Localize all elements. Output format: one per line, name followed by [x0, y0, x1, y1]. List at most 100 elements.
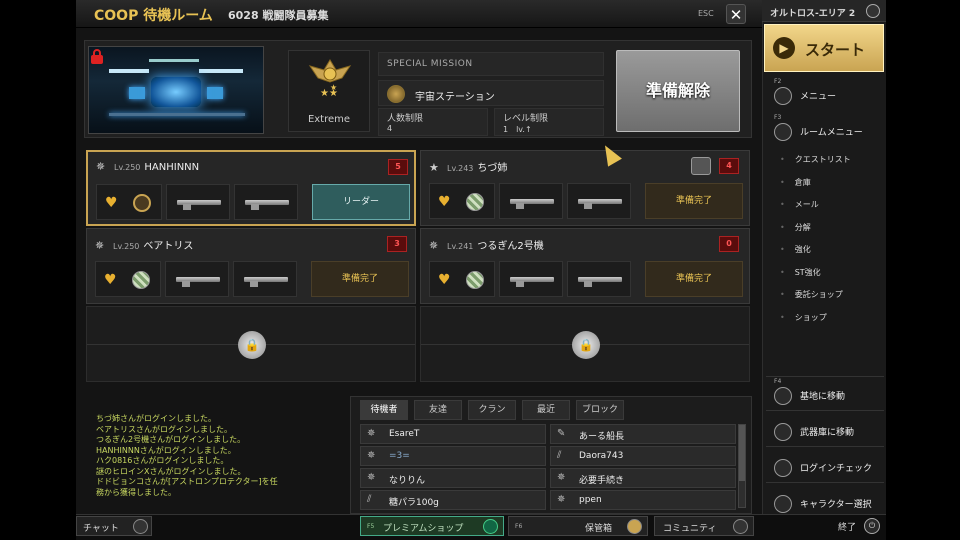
- sidebar-item-disassemble[interactable]: 分解: [780, 222, 811, 233]
- sidebar-item-consignment-shop[interactable]: 委託ショップ: [780, 289, 843, 300]
- player-name: つるぎん2号機: [477, 241, 544, 252]
- friend-name: EsareT: [389, 429, 420, 439]
- friend-name: 糖パラ100g: [389, 498, 439, 508]
- sidebar-item-enhance[interactable]: 強化: [780, 244, 811, 255]
- storage-key: F6: [515, 523, 523, 530]
- heart-icon: ♥: [105, 195, 118, 211]
- lock-icon: 🔒: [238, 331, 266, 359]
- storage-icon: [627, 519, 642, 534]
- player-badge: 0: [719, 236, 739, 252]
- player-level: Lv.241: [447, 242, 474, 251]
- storage-button[interactable]: F6 保管箱: [508, 516, 648, 536]
- exit-label: 終了: [838, 523, 857, 533]
- menu-icon: [774, 87, 792, 105]
- tab-recent[interactable]: 最近: [522, 400, 570, 420]
- base-key: F4: [774, 378, 782, 385]
- community-icon: [733, 519, 748, 534]
- premium-shop-icon: [483, 519, 498, 534]
- room-menu-button[interactable]: F3 ルームメニュー: [766, 114, 884, 144]
- sidebar-item-mail[interactable]: メール: [780, 199, 819, 210]
- weapon-icon: [233, 261, 297, 297]
- base-icon: [774, 387, 792, 405]
- room-menu-key: F3: [774, 114, 782, 121]
- move-to-base-button[interactable]: F4 基地に移動: [766, 378, 884, 408]
- premium-shop-button[interactable]: F5 プレミアムショップ: [360, 516, 504, 536]
- community-label: コミュニティ: [663, 524, 717, 534]
- room-menu-label: ルームメニュー: [800, 128, 863, 138]
- rank-icon: ✵: [367, 472, 376, 483]
- target-icon: [133, 194, 151, 212]
- community-button[interactable]: コミュニティ: [654, 516, 754, 536]
- empty-slot-locked[interactable]: 🔒: [420, 306, 750, 382]
- area-settings-icon[interactable]: [866, 4, 880, 18]
- character-select-button[interactable]: キャラクター選択: [766, 486, 884, 516]
- chat-button[interactable]: チャット: [76, 516, 152, 536]
- tab-waiting[interactable]: 待機者: [360, 400, 408, 420]
- login-check-label: ログインチェック: [800, 464, 873, 474]
- chat-log: ちづ姉さんがログインしました。 ベアトリスさんがログインしました。 つるぎん2号…: [96, 414, 296, 504]
- chat-line: ハク0816さんがログインしました。: [96, 456, 229, 465]
- rank-icon: ✵: [96, 160, 106, 173]
- close-icon[interactable]: ✕: [726, 4, 746, 24]
- power-icon[interactable]: ⏻: [864, 518, 880, 534]
- chat-line: HANHINNNさんがログインしました。: [96, 445, 236, 455]
- mission-type-label: SPECIAL MISSION: [387, 59, 473, 69]
- tab-friends[interactable]: 友達: [414, 400, 462, 420]
- friend-entry[interactable]: ✵ ppen: [550, 490, 736, 510]
- player-icons: ♥: [96, 184, 162, 220]
- menu-button[interactable]: F2 メニュー: [766, 78, 884, 108]
- ready-status: 準備完了: [645, 261, 743, 297]
- move-to-armory-button[interactable]: 武器庫に移動: [766, 414, 884, 444]
- title-bar: COOP 待機ルーム 6028 戦闘隊員募集 ESC ✕: [76, 0, 762, 28]
- empty-slot-locked[interactable]: 🔒: [86, 306, 416, 382]
- player-slot-3[interactable]: ✵ Lv.250 ベアトリス 3 ♥ 準備完了: [86, 228, 416, 304]
- chat-line: ベアトリスさんがログインしました。: [96, 424, 232, 434]
- ready-cancel-button[interactable]: 準備解除: [616, 50, 740, 132]
- player-icons: ♥: [429, 261, 495, 297]
- player-badge: 3: [387, 236, 407, 252]
- friend-name: 必要手続き: [579, 476, 625, 486]
- sidebar-item-warehouse[interactable]: 倉庫: [780, 177, 811, 188]
- sidebar-item-shop[interactable]: ショップ: [780, 312, 827, 323]
- player-slot-1[interactable]: ✵ Lv.250 HANHINNN 5 ♥ リーダー: [86, 150, 416, 226]
- player-slot-4[interactable]: ✵ Lv.241 つるぎん2号機 0 ♥ 準備完了: [420, 228, 750, 304]
- rank-icon: ✵: [557, 494, 566, 505]
- rank-icon: ⫽: [557, 450, 562, 461]
- ready-status: 準備完了: [311, 261, 409, 297]
- premium-key: F5: [367, 523, 375, 530]
- lock-icon: [90, 48, 106, 64]
- armory-label: 武器庫に移動: [800, 428, 855, 438]
- chat-line: ドドビョンコさんが[アストロンプロテクター]を任: [96, 477, 278, 486]
- tab-block[interactable]: ブロック: [576, 400, 624, 420]
- chat-line: 務から獲得しました。: [96, 487, 176, 497]
- chat-line: つるぎん2号機さんがログインしました。: [96, 435, 246, 444]
- player-slot-2[interactable]: ★ Lv.243 ちづ姉 4 ♥ 準備完了: [420, 150, 750, 226]
- room-menu-icon: [774, 123, 792, 141]
- friend-entry[interactable]: ⫽ 糖パラ100g: [360, 490, 546, 510]
- player-name: HANHINNN: [144, 162, 200, 173]
- player-name: ベアトリス: [143, 241, 194, 252]
- friend-name: あーる船長: [579, 432, 625, 442]
- friend-entry[interactable]: ✵ EsareT: [360, 424, 546, 444]
- start-button[interactable]: ▶ スタート: [764, 24, 884, 72]
- friend-entry[interactable]: ✎ あーる船長: [550, 424, 736, 444]
- sidebar-item-st-enhance[interactable]: ST強化: [780, 267, 821, 278]
- player-level: Lv.250: [113, 242, 140, 251]
- player-icons: ♥: [95, 261, 161, 297]
- login-check-button[interactable]: ログインチェック: [766, 450, 884, 480]
- room-number-title: 6028 戦闘隊員募集: [228, 9, 329, 22]
- friend-entry[interactable]: ⫽ Daora743: [550, 446, 736, 466]
- map-preview-image: [88, 46, 264, 134]
- chat-line: ちづ姉さんがログインしました。: [96, 414, 216, 423]
- friend-entry[interactable]: ✵ なりりん: [360, 468, 546, 488]
- heart-icon: ♥: [438, 272, 451, 288]
- friend-entry[interactable]: ✵ 必要手続き: [550, 468, 736, 488]
- friends-scrollbar-thumb[interactable]: [739, 425, 745, 481]
- rank-icon: ✵: [429, 239, 439, 252]
- chat-icon: [133, 519, 148, 534]
- menu-label: メニュー: [800, 92, 837, 102]
- chat-label: チャット: [83, 524, 119, 534]
- sidebar-item-quest-list[interactable]: クエストリスト: [780, 154, 851, 165]
- friend-entry[interactable]: ✵ =3=: [360, 446, 546, 466]
- tab-clan[interactable]: クラン: [468, 400, 516, 420]
